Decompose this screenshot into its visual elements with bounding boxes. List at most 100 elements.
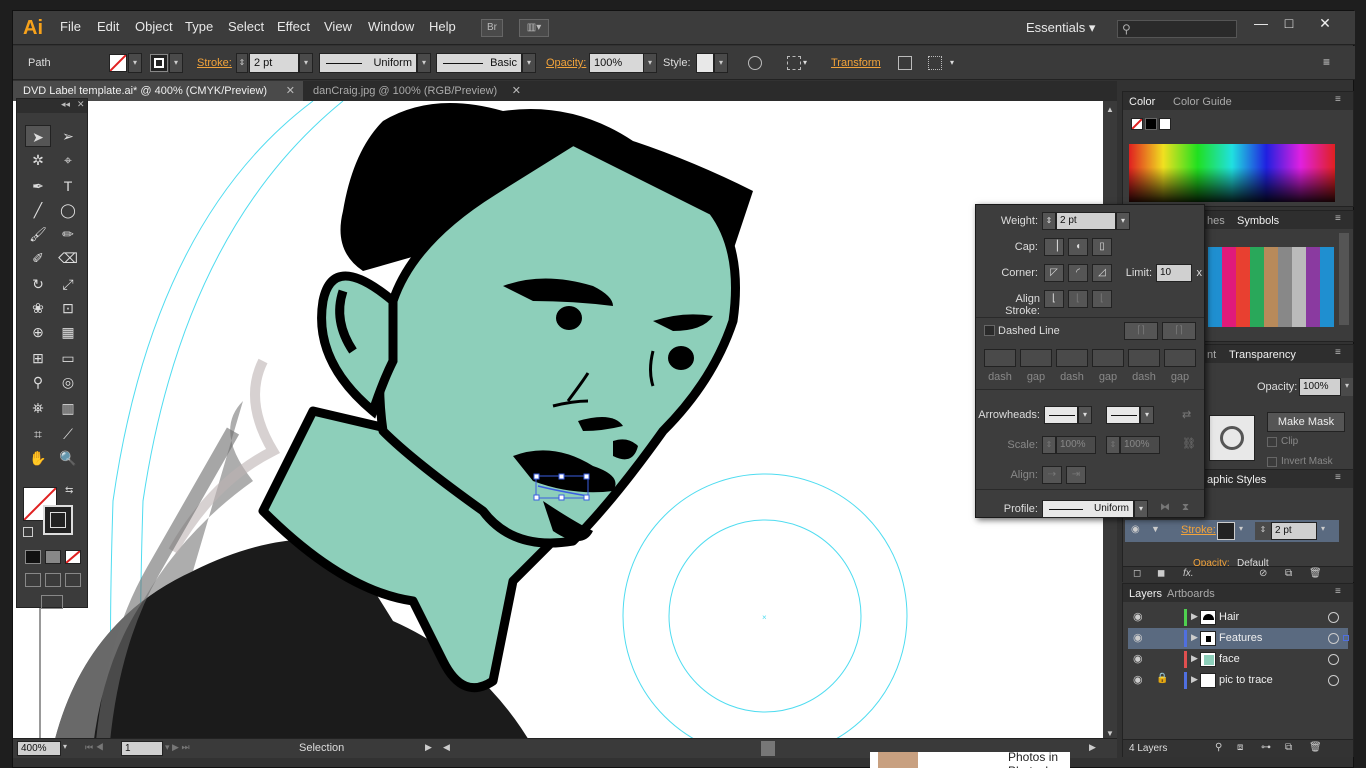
tab-color-guide[interactable]: Color Guide [1173,93,1232,111]
expand-arrow-icon[interactable]: ▶ [1191,632,1198,643]
make-mask-button[interactable]: Make Mask [1267,412,1345,432]
stroke-dropdown[interactable]: ▾ [169,53,183,73]
stroke-color-icon[interactable] [43,505,73,535]
pencil-tool-icon[interactable]: ✏ [55,223,81,245]
opacity-label[interactable]: Opacity: [546,57,586,69]
isolate-group-icon[interactable] [898,56,912,70]
menu-help[interactable]: Help [429,19,456,34]
eyedropper-tool-icon[interactable]: ⚲ [25,371,51,393]
swap-arrowheads-icon[interactable]: ⇄ [1182,408,1191,421]
profile-dropdown[interactable]: ▾ [1134,500,1148,518]
link-scale-icon[interactable]: ⛓ [1182,437,1196,450]
layer-name[interactable]: face [1219,653,1240,665]
layer-row-face[interactable]: ◉ ▶ face [1128,649,1348,670]
tab-artboards[interactable]: Artboards [1167,585,1215,603]
menu-edit[interactable]: Edit [97,19,119,34]
target-icon[interactable] [1328,654,1339,665]
tools-panel-header[interactable]: ◂◂ ✕ [17,99,87,113]
style-swatch[interactable] [696,53,714,73]
rotate-tool-icon[interactable]: ↻ [25,273,51,295]
layer-name[interactable]: Features [1219,632,1262,644]
zoom-dropdown-icon[interactable]: ▾ [63,742,67,751]
flip-across-icon[interactable]: ⧗ [1182,502,1189,513]
fill-dropdown[interactable]: ▾ [128,53,142,73]
black-swatch[interactable] [1145,118,1157,130]
stroke-weight-stepper[interactable]: ⇕ [236,53,248,73]
round-join-icon[interactable]: ◜ [1068,264,1088,282]
weight-stepper[interactable]: ⇕ [1042,212,1056,230]
hand-tool-icon[interactable]: ✋ [25,447,51,469]
recolor-artwork-icon[interactable] [748,56,762,70]
first-artboard-icon[interactable]: ⏮ ◀ [85,742,104,753]
target-icon[interactable] [1328,633,1339,644]
pen-tool-icon[interactable]: ✒ [25,175,51,197]
gap-input-1[interactable] [1020,349,1052,367]
target-icon[interactable] [1328,675,1339,686]
expand-arrow-icon[interactable]: ▶ [1191,653,1198,664]
layer-row-hair[interactable]: ◉ ▶ Hair [1128,607,1348,628]
perspective-grid-tool-icon[interactable]: ▦ [55,321,81,343]
dashed-line-checkbox[interactable] [984,325,995,336]
color-mode-icon[interactable] [25,550,41,564]
lasso-tool-icon[interactable]: ⌖ [55,149,81,171]
invert-mask-checkbox[interactable] [1267,457,1277,467]
menu-object[interactable]: Object [135,19,173,34]
stroke-weight-dropdown[interactable]: ▾ [299,53,313,73]
panel-menu-icon[interactable]: ≡ [1335,586,1341,597]
projecting-cap-icon[interactable]: ▯ [1092,238,1112,256]
dash-input-3[interactable] [1128,349,1160,367]
paintbrush-tool-icon[interactable]: 🖌 [25,223,51,245]
mask-thumbnail[interactable] [1209,415,1255,461]
gap-input-2[interactable] [1092,349,1124,367]
line-tool-icon[interactable]: ╱ [25,199,51,221]
visibility-eye-icon[interactable]: ◉ [1133,610,1147,624]
default-colors-icon[interactable] [23,527,33,537]
artboard-tool-icon[interactable]: ⌗ [25,423,51,445]
menu-effect[interactable]: Effect [277,19,310,34]
dash-preserve-icon[interactable]: ⌈⌉ [1162,322,1196,340]
dash-input-1[interactable] [984,349,1016,367]
bevel-join-icon[interactable]: ◿ [1092,264,1112,282]
round-cap-icon[interactable]: ◖ [1068,238,1088,256]
opacity-dropdown[interactable]: ▾ [1341,378,1353,396]
menu-type[interactable]: Type [185,19,213,34]
start-scale-stepper[interactable]: ⇕ [1042,436,1056,454]
end-scale-stepper[interactable]: ⇕ [1106,436,1120,454]
search-input[interactable]: ⚲ [1117,20,1237,38]
dash-input-2[interactable] [1056,349,1088,367]
magic-wand-tool-icon[interactable]: ✲ [25,149,51,171]
layer-name[interactable]: Hair [1219,611,1239,623]
gradient-tool-icon[interactable]: ▭ [55,347,81,369]
close-tab-icon[interactable]: ✕ [286,81,295,101]
blend-tool-icon[interactable]: ◎ [55,371,81,393]
shape-builder-tool-icon[interactable]: ⊕ [25,321,51,343]
symbol-sprayer-tool-icon[interactable]: ⛯ [25,397,51,419]
workspace-switcher[interactable]: Essentials ▾ [1026,20,1095,36]
arrow-extend-icon[interactable]: ⇢ [1042,466,1062,484]
align-to-selection-icon[interactable] [787,56,801,70]
panel-menu-icon[interactable]: ≡ [1335,472,1341,483]
layer-name[interactable]: pic to trace [1219,674,1273,686]
align-inside-icon[interactable]: ⌊ [1068,290,1088,308]
profile-dropdown[interactable]: ▾ [417,53,431,73]
draw-behind-icon[interactable] [45,573,61,587]
tab-graphic-styles[interactable]: aphic Styles [1207,471,1266,489]
clip-checkbox[interactable] [1267,437,1277,447]
swatch-grid[interactable] [1208,247,1334,327]
selection-tool-icon[interactable]: ➤ [25,125,51,147]
visibility-eye-icon[interactable]: ◉ [1133,652,1147,666]
flip-along-icon[interactable]: ⧓ [1160,502,1170,513]
fill-swatch[interactable] [109,54,127,72]
scroll-left-icon[interactable]: ◀ [443,742,450,753]
swatch-scrollbar[interactable] [1339,233,1349,325]
opacity-input[interactable]: 100% [589,53,645,73]
end-scale-input[interactable]: 100% [1120,436,1160,454]
profile-select[interactable]: Uniform [1042,500,1134,518]
butt-cap-icon[interactable]: ▕ [1044,238,1064,256]
isolate-mode-icon[interactable] [928,56,942,70]
next-artboard-icon[interactable]: ▾ ▶ ⏭ [165,742,190,753]
current-tool-status[interactable]: Selection [299,742,344,754]
appearance-stroke-row[interactable]: ◉ ▼ Stroke: ▾ ⇕ 2 pt ▾ [1125,520,1339,542]
eraser-tool-icon[interactable]: ⌫ [55,247,81,269]
layer-row-features[interactable]: ◉ ▶ Features [1128,628,1349,649]
